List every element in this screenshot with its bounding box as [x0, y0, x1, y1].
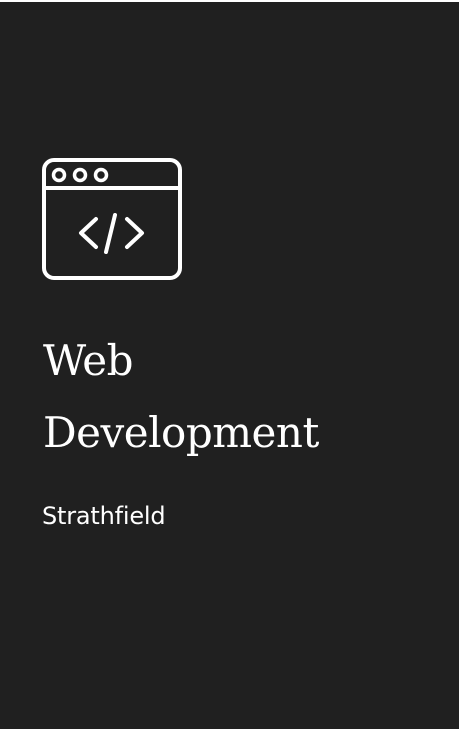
service-card[interactable]: Web Development Strathfield: [0, 2, 459, 729]
code-window-icon: [42, 157, 182, 282]
service-title-line-2: Development: [43, 408, 319, 457]
service-location: Strathfield: [42, 502, 166, 530]
service-title-line-1: Web: [43, 336, 134, 385]
service-title: Web Development: [43, 325, 443, 469]
